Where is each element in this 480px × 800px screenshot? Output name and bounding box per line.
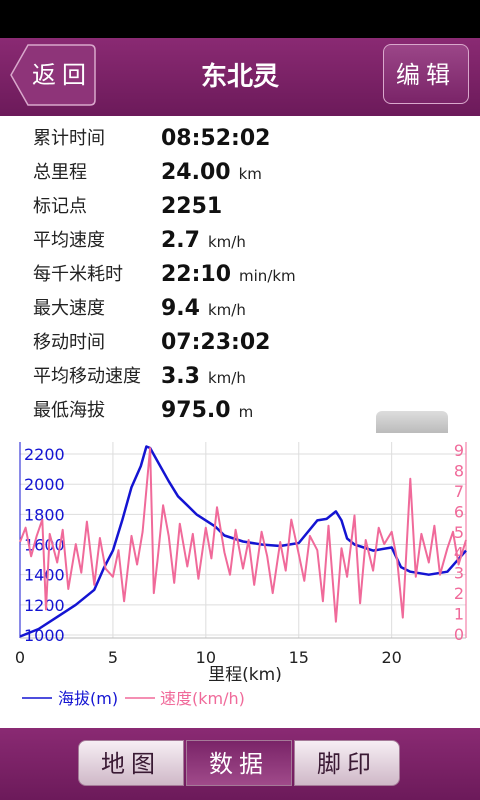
x-axis-label: 里程(km): [208, 665, 282, 685]
stat-value: 2251: [161, 194, 223, 219]
altitude-series-line: [19, 445, 467, 638]
legend-label-speed: 速度(km/h): [160, 689, 245, 708]
stat-value: 24.00 km: [161, 160, 262, 185]
stat-row-avg-speed: 平均速度 2.7 km/h: [0, 224, 480, 258]
legend: 海拔(m) 速度(km/h): [22, 689, 245, 708]
elevation-speed-chart: 1000120014001600180020002200 0123456789 …: [15, 441, 467, 708]
x-tick-label: 0: [15, 648, 25, 667]
y-right-tick-label: 5: [454, 523, 464, 542]
y-right-tick-label: 0: [454, 625, 464, 644]
stat-label: 移动时间: [33, 332, 105, 353]
tab-map[interactable]: 地图: [78, 740, 184, 786]
y-left-tick-label: 2200: [24, 445, 65, 464]
stats-panel[interactable]: 累计时间 08:52:02 总里程 24.00 km 标记点 2251 平均速度 …: [0, 116, 480, 422]
stat-unit: km/h: [207, 301, 246, 319]
stat-row-distance: 总里程 24.00 km: [0, 156, 480, 190]
back-button-label: 返回: [32, 61, 92, 89]
y-left-tick-label: 1200: [24, 596, 65, 615]
x-tick-label: 5: [108, 648, 118, 667]
stat-value: 08:52:02: [161, 126, 271, 151]
y-right-tick-label: 9: [454, 441, 464, 460]
stat-unit: min/km: [239, 267, 296, 285]
stat-row-max-speed: 最大速度 9.4 km/h: [0, 292, 480, 326]
y-right-tick-label: 2: [454, 584, 464, 603]
stat-unit: m: [238, 403, 254, 421]
stat-row-waypoints: 标记点 2251: [0, 190, 480, 224]
stat-label: 平均速度: [33, 230, 105, 251]
tab-data[interactable]: 数据: [186, 740, 292, 786]
stat-value: 9.4 km/h: [161, 296, 246, 321]
stat-unit: km/h: [207, 233, 246, 251]
status-bar: [0, 0, 480, 38]
stat-label: 每千米耗时: [33, 264, 123, 285]
y-left-tick-label: 1800: [24, 505, 65, 524]
stat-row-avg-moving-speed: 平均移动速度 3.3 km/h: [0, 360, 480, 394]
stat-value: 22:10 min/km: [161, 262, 296, 287]
stat-label: 最低海拔: [33, 400, 105, 421]
back-button[interactable]: 返回: [10, 44, 96, 106]
y-right-tick-label: 1: [454, 605, 464, 624]
stat-label: 标记点: [33, 196, 87, 217]
legend-label-altitude: 海拔(m): [58, 689, 118, 708]
stat-label: 平均移动速度: [33, 366, 141, 387]
page-title: 东北灵: [200, 62, 279, 92]
y-right-tick-label: 7: [454, 482, 464, 501]
stat-row-moving-time: 移动时间 07:23:02: [0, 326, 480, 360]
y-right-tick-label: 3: [454, 564, 464, 583]
y-right-tick-label: 8: [454, 462, 464, 481]
stat-row-pace: 每千米耗时 22:10 min/km: [0, 258, 480, 292]
y-right-tick-label: 6: [454, 502, 464, 521]
x-tick-label: 20: [381, 648, 401, 667]
y-left-tick-label: 1000: [24, 626, 65, 645]
stat-value: 975.0 m: [161, 398, 254, 422]
stat-value: 07:23:02: [161, 330, 271, 355]
stat-unit: km: [238, 165, 262, 183]
stat-value: 2.7 km/h: [161, 228, 246, 253]
x-tick-label: 15: [289, 648, 309, 667]
edit-button[interactable]: 编辑: [383, 44, 469, 104]
stat-label: 总里程: [33, 162, 87, 183]
tab-footprint[interactable]: 脚印: [294, 740, 400, 786]
stat-label: 累计时间: [33, 128, 105, 149]
y-left-tick-label: 2000: [24, 475, 65, 494]
stat-row-total-time: 累计时间 08:52:02: [0, 122, 480, 156]
stat-unit: km/h: [207, 369, 246, 387]
stat-value: 3.3 km/h: [161, 364, 246, 389]
stat-label: 最大速度: [33, 298, 105, 319]
